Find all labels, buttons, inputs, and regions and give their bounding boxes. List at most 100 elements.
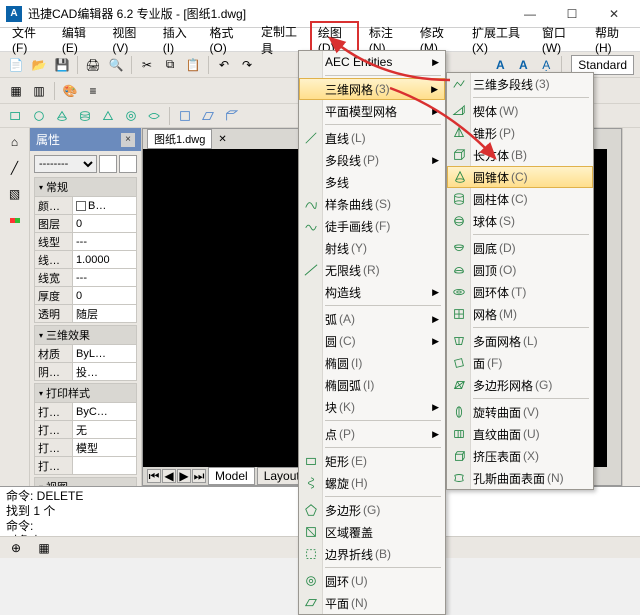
pick-icon[interactable] xyxy=(99,155,117,173)
menuitem-圆[interactable]: 圆(C)▶ xyxy=(299,330,445,352)
prop-row[interactable]: 透明随层 xyxy=(34,305,137,323)
menuitem-挤压表面[interactable]: 挤压表面(X) xyxy=(447,445,593,467)
menuitem-圆底[interactable]: 圆底(D) xyxy=(447,237,593,259)
solid4-icon[interactable] xyxy=(75,106,95,126)
menuitem-锥形[interactable]: 锥形(P) xyxy=(447,122,593,144)
status2-icon[interactable]: ▦ xyxy=(34,538,54,558)
menuitem-样条曲线[interactable]: 样条曲线(S) xyxy=(299,193,445,215)
menuitem-圆环[interactable]: 圆环(U) xyxy=(299,570,445,592)
menu-1[interactable]: 编辑(E) xyxy=(54,21,102,58)
rgb-icon[interactable] xyxy=(5,210,25,230)
menu-4[interactable]: 格式(O) xyxy=(201,21,251,58)
solid1-icon[interactable] xyxy=(6,106,26,126)
menuitem-矩形[interactable]: 矩形(E) xyxy=(299,450,445,472)
prop-row[interactable]: 图层0 xyxy=(34,215,137,233)
menuitem-三维网格[interactable]: 三维网格(3)▶ xyxy=(299,78,445,100)
sheet-next-icon[interactable]: ▶ xyxy=(177,469,191,483)
menu-2[interactable]: 视图(V) xyxy=(104,21,152,58)
prop-row[interactable]: 打…无 xyxy=(34,421,137,439)
status1-icon[interactable]: ⊕ xyxy=(6,538,26,558)
menuitem-构造线[interactable]: 构造线▶ xyxy=(299,281,445,303)
prop-group[interactable]: ▾视图 xyxy=(34,477,137,486)
menu-3[interactable]: 插入(I) xyxy=(155,21,200,58)
menuitem-长方体[interactable]: 长方体(B) xyxy=(447,144,593,166)
prop-row[interactable]: 线型--- xyxy=(34,233,137,251)
color-icon[interactable]: 🎨 xyxy=(60,81,80,101)
menuitem-点[interactable]: 点(P)▶ xyxy=(299,423,445,445)
menuitem-平面模型网格[interactable]: 平面模型网格▶ xyxy=(299,100,445,122)
menuitem-圆柱体[interactable]: 圆柱体(C) xyxy=(447,188,593,210)
prop-row[interactable]: 阴…投… xyxy=(34,363,137,381)
menuitem-楔体[interactable]: 楔体(W) xyxy=(447,100,593,122)
menuitem-多线[interactable]: 多线 xyxy=(299,171,445,193)
menuitem-圆锥体[interactable]: 圆锥体(C) xyxy=(447,166,593,188)
menuitem-网格[interactable]: 网格(M) xyxy=(447,303,593,325)
menuitem-AEC Entities[interactable]: AEC Entities▶ xyxy=(299,51,445,73)
sheet-first-icon[interactable]: ⏮ xyxy=(147,469,161,483)
menuitem-平面[interactable]: 平面(N) xyxy=(299,592,445,614)
menuitem-多面网格[interactable]: 多面网格(L) xyxy=(447,330,593,352)
menuitem-螺旋[interactable]: 螺旋(H) xyxy=(299,472,445,494)
prop-row[interactable]: 材质ByL… xyxy=(34,345,137,363)
menuitem-圆环体[interactable]: 圆环体(T) xyxy=(447,281,593,303)
ltype-icon[interactable]: ≡ xyxy=(83,81,103,101)
menuitem-多段线[interactable]: 多段线(P)▶ xyxy=(299,149,445,171)
document-tab[interactable]: 图纸1.dwg xyxy=(147,129,212,149)
tab-close-icon[interactable]: ✕ xyxy=(218,134,226,145)
menuitem-徒手画线[interactable]: 徒手画线(F) xyxy=(299,215,445,237)
menuitem-三维多段线[interactable]: 三维多段线(3) xyxy=(447,73,593,95)
pface-icon xyxy=(451,333,467,349)
menuitem-旋转曲面[interactable]: 旋转曲面(V) xyxy=(447,401,593,423)
solid7-icon[interactable] xyxy=(144,106,164,126)
solid10-icon[interactable] xyxy=(221,106,241,126)
menuitem-直纹曲面[interactable]: 直纹曲面(U) xyxy=(447,423,593,445)
solid8-icon[interactable] xyxy=(175,106,195,126)
home-icon[interactable]: ⌂ xyxy=(5,132,25,152)
menuitem-多边形[interactable]: 多边形(G) xyxy=(299,499,445,521)
prop-row[interactable]: 线…1.0000 xyxy=(34,251,137,269)
menuitem-球体[interactable]: 球体(S) xyxy=(447,210,593,232)
menuitem-多边形网格[interactable]: 多边形网格(G) xyxy=(447,374,593,396)
prop-row[interactable]: 厚度0 xyxy=(34,287,137,305)
prop-group[interactable]: ▾三维效果 xyxy=(34,325,137,345)
palette-icon[interactable]: ▧ xyxy=(5,184,25,204)
scrollbar-vertical[interactable] xyxy=(607,149,621,467)
menu-11[interactable]: 帮助(H) xyxy=(587,21,636,58)
menu-9[interactable]: 扩展工具(X) xyxy=(464,21,532,58)
solid3-icon[interactable] xyxy=(52,106,72,126)
sheet-model[interactable]: Model xyxy=(208,467,255,485)
solid6-icon[interactable] xyxy=(121,106,141,126)
menu-10[interactable]: 窗口(W) xyxy=(534,21,585,58)
menuitem-椭圆[interactable]: 椭圆(I) xyxy=(299,352,445,374)
menuitem-边界折线[interactable]: 边界折线(B) xyxy=(299,543,445,565)
prop-row[interactable]: 打… xyxy=(34,457,137,475)
prop-group[interactable]: ▾打印样式 xyxy=(34,383,137,403)
line-tool-icon[interactable]: ╱ xyxy=(5,158,25,178)
solid9-icon[interactable] xyxy=(198,106,218,126)
menuitem-弧[interactable]: 弧(A)▶ xyxy=(299,308,445,330)
prop-row[interactable]: 打…模型 xyxy=(34,439,137,457)
menuitem-区域覆盖[interactable]: 区域覆盖 xyxy=(299,521,445,543)
prop-row[interactable]: 线宽--- xyxy=(34,269,137,287)
menuitem-孔斯曲面表面[interactable]: 孔斯曲面表面(N) xyxy=(447,467,593,489)
prop-row[interactable]: 颜…B… xyxy=(34,197,137,215)
menu-0[interactable]: 文件(F) xyxy=(4,21,52,58)
menuitem-直线[interactable]: 直线(L) xyxy=(299,127,445,149)
sheet-last-icon[interactable]: ⏭ xyxy=(192,469,206,483)
prop-row[interactable]: 打…ByC… xyxy=(34,403,137,421)
solid5-icon[interactable] xyxy=(98,106,118,126)
solid2-icon[interactable] xyxy=(29,106,49,126)
prop-group[interactable]: ▾常规 xyxy=(34,177,137,197)
quick-icon[interactable] xyxy=(119,155,137,173)
layer2-icon[interactable]: ▥ xyxy=(29,81,49,101)
layer-icon[interactable]: ▦ xyxy=(6,81,26,101)
properties-close-icon[interactable]: × xyxy=(121,133,135,147)
menuitem-无限线[interactable]: 无限线(R) xyxy=(299,259,445,281)
menuitem-圆顶[interactable]: 圆顶(O) xyxy=(447,259,593,281)
menuitem-椭圆弧[interactable]: 椭圆弧(I) xyxy=(299,374,445,396)
menuitem-射线[interactable]: 射线(Y) xyxy=(299,237,445,259)
menuitem-面[interactable]: 面(F) xyxy=(447,352,593,374)
menuitem-块[interactable]: 块(K)▶ xyxy=(299,396,445,418)
selection-dropdown[interactable]: -------- xyxy=(34,155,97,173)
sheet-prev-icon[interactable]: ◀ xyxy=(162,469,176,483)
